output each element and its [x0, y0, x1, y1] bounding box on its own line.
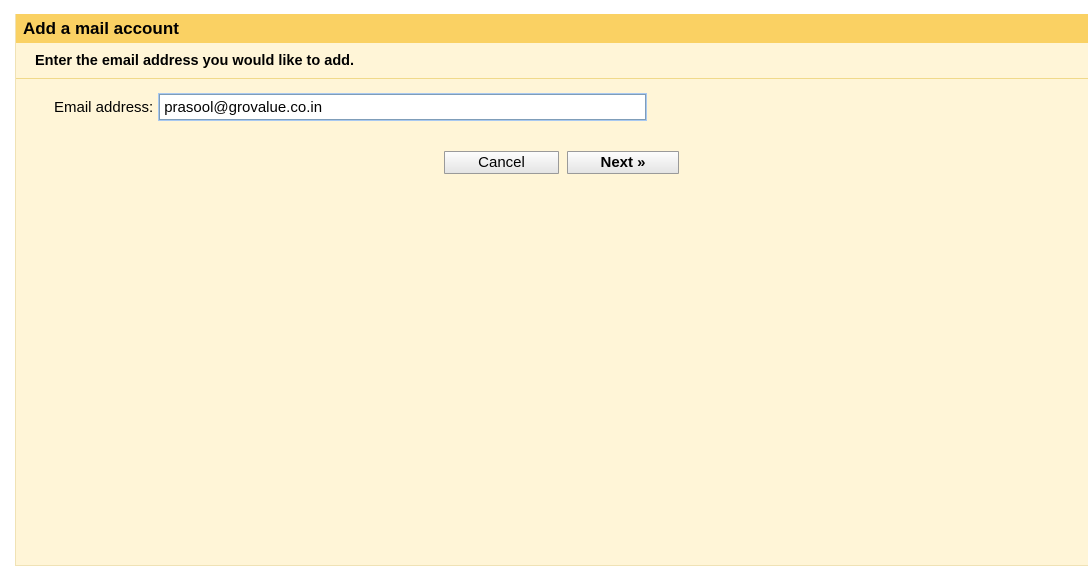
email-label: Email address: — [54, 98, 154, 116]
dialog-title-bar: Add a mail account — [16, 14, 1088, 43]
email-row: Email address: — [54, 94, 647, 120]
instruction-bar: Enter the email address you would like t… — [16, 43, 1088, 79]
email-address-input[interactable] — [159, 94, 647, 120]
instruction-text: Enter the email address you would like t… — [35, 52, 355, 69]
dialog-buttons: Cancel Next » — [444, 151, 679, 174]
add-mail-account-dialog: Add a mail account Enter the email addre… — [15, 14, 1088, 566]
next-button[interactable]: Next » — [567, 151, 679, 174]
dialog-title: Add a mail account — [23, 19, 179, 38]
cancel-button[interactable]: Cancel — [444, 151, 559, 174]
